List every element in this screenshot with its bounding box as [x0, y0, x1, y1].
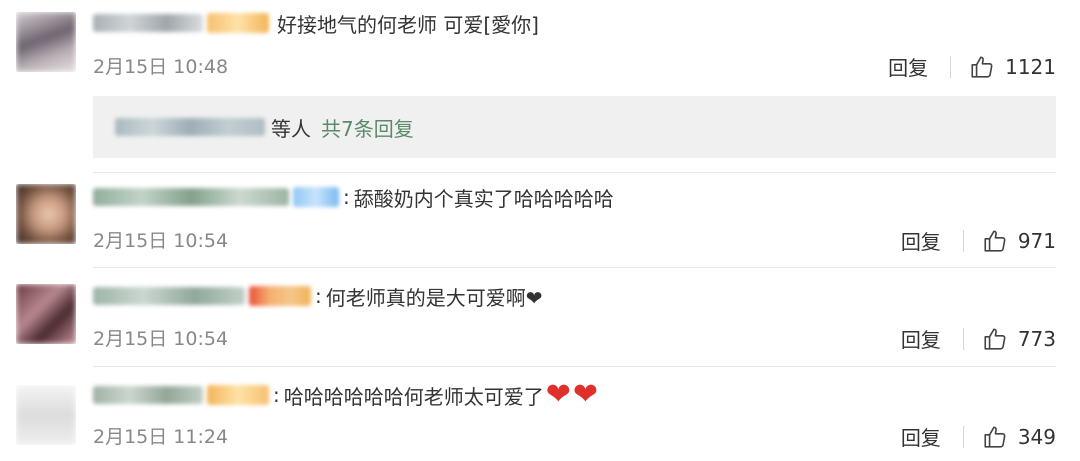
action-divider: [962, 425, 964, 448]
thumbs-up-icon[interactable]: [982, 228, 1008, 254]
reply-usernames-blurred: [115, 118, 265, 136]
user-badge: [207, 385, 269, 405]
avatar[interactable]: [16, 184, 76, 244]
like-count: 349: [1017, 424, 1056, 449]
reply-button[interactable]: 回复: [901, 422, 941, 451]
reply-button[interactable]: 回复: [888, 52, 928, 81]
comment-text: 舔酸奶内个真实了哈哈哈哈哈: [353, 186, 614, 211]
like-count: 971: [1017, 228, 1056, 253]
thumbs-up-icon[interactable]: [982, 424, 1008, 450]
comment-time: 2月15日 11:24: [93, 426, 229, 448]
reply-button[interactable]: 回复: [901, 324, 941, 353]
comment-time: 2月15日 10:54: [93, 230, 229, 252]
reply-others-label: 等人: [271, 116, 311, 141]
avatar[interactable]: [16, 385, 76, 445]
user-badge: [207, 13, 269, 33]
like-count: 1121: [1005, 54, 1056, 79]
comment-actions: 回复 773: [901, 324, 1056, 353]
view-all-replies-link[interactable]: 共7条回复: [321, 113, 414, 142]
action-divider: [962, 327, 964, 350]
colon-separator: :: [315, 284, 322, 308]
avatar[interactable]: [16, 12, 76, 72]
comment-actions: 回复 349: [901, 422, 1056, 451]
heart-emoji-icon: ❤: [545, 377, 571, 412]
comment-divider: [93, 267, 1056, 268]
comment-actions: 回复 971: [901, 226, 1056, 255]
colon-separator: :: [343, 185, 350, 209]
heart-emoji-icon: ❤: [572, 377, 599, 412]
comment-time: 2月15日 10:48: [93, 56, 229, 78]
replies-preview[interactable]: 等人 共7条回复: [93, 96, 1056, 158]
action-divider: [950, 55, 952, 78]
like-count: 773: [1017, 326, 1056, 351]
comment-actions: 回复 1121: [888, 52, 1056, 81]
comment-time: 2月15日 10:54: [93, 328, 229, 350]
comment-text: 好接地气的何老师 可爱[愛你]: [277, 12, 539, 37]
avatar[interactable]: [16, 284, 76, 344]
username-blurred[interactable]: [93, 287, 245, 305]
thumbs-up-icon[interactable]: [969, 54, 995, 80]
username-blurred[interactable]: [93, 386, 203, 404]
comment-text: 哈哈哈哈哈哈何老师太可爱了: [283, 384, 544, 409]
thumbs-up-icon[interactable]: [982, 326, 1008, 352]
comment-text: 何老师真的是大可爱啊❤: [325, 285, 543, 310]
comment-divider: [93, 366, 1056, 367]
reply-button[interactable]: 回复: [901, 226, 941, 255]
username-blurred[interactable]: [93, 14, 203, 32]
colon-separator: :: [273, 383, 280, 407]
username-blurred[interactable]: [93, 188, 289, 206]
user-badge: [293, 187, 339, 207]
user-badge: [249, 286, 311, 306]
comment-divider: [93, 172, 1056, 173]
action-divider: [962, 229, 964, 252]
